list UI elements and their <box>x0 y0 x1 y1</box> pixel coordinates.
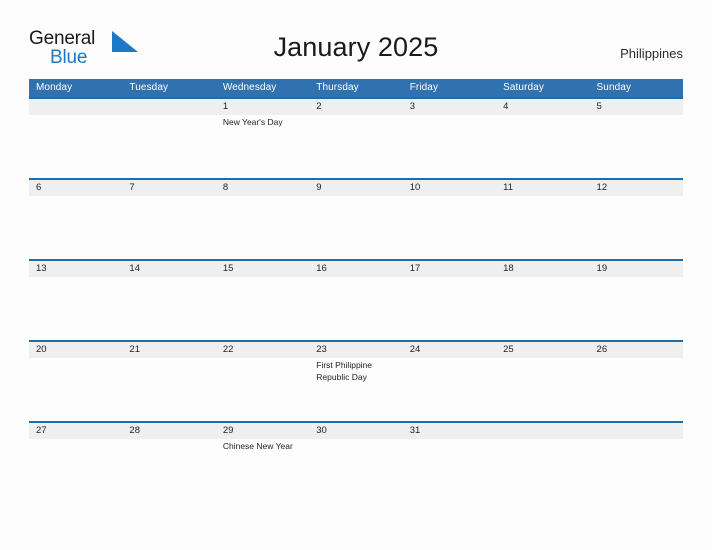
day-number: 10 <box>409 182 421 193</box>
page-title: January 2025 <box>273 32 439 62</box>
day-number: 23 <box>316 344 327 355</box>
day-cell[interactable]: 2 <box>309 97 402 178</box>
weekday-header-wednesday: Wednesday <box>222 82 277 93</box>
day-number: 19 <box>596 263 608 274</box>
day-cell[interactable]: 7 <box>122 178 215 259</box>
day-cell[interactable]: 1 New Year's Day <box>216 97 309 178</box>
weekday-header-saturday: Saturday <box>503 82 544 93</box>
day-number: 15 <box>222 263 234 274</box>
day-number: 26 <box>596 344 608 355</box>
day-number: 20 <box>36 344 47 355</box>
day-cell[interactable]: 20 <box>29 340 122 421</box>
day-number: 9 <box>316 182 322 193</box>
weekday-header-tuesday: Tuesday <box>129 82 169 93</box>
day-cell[interactable]: 19 <box>590 259 683 340</box>
week-row: 1 New Year's Day 2 3 4 5 <box>29 97 683 178</box>
day-cell[interactable]: 8 <box>216 178 309 259</box>
day-number: 7 <box>129 182 135 193</box>
weekday-header-sunday: Sunday <box>596 82 632 93</box>
day-cell[interactable]: 10 <box>403 178 496 259</box>
day-cell[interactable]: 11 <box>496 178 589 259</box>
day-cell[interactable] <box>496 421 589 502</box>
day-cell[interactable]: 17 <box>403 259 496 340</box>
day-number: 25 <box>503 344 514 355</box>
day-number: 29 <box>222 425 234 436</box>
day-cell[interactable]: 14 <box>122 259 215 340</box>
weekday-header-row: Monday Tuesday Wednesday Thursday Friday… <box>29 79 683 97</box>
week-row: 13 14 15 16 17 18 19 <box>29 259 683 340</box>
day-cell[interactable]: 5 <box>590 97 683 178</box>
day-cell[interactable]: 18 <box>496 259 589 340</box>
day-number: 1 <box>222 101 229 112</box>
day-cell[interactable]: 28 <box>122 421 215 502</box>
day-number: 5 <box>596 101 602 112</box>
day-cell[interactable]: 13 <box>29 259 122 340</box>
day-cell[interactable]: 29 Chinese New Year <box>216 421 309 502</box>
day-cell[interactable]: 9 <box>309 178 402 259</box>
day-cell[interactable]: 23 First Philippine Republic Day <box>309 340 402 421</box>
day-number: 2 <box>316 101 322 112</box>
weekday-header-friday: Friday <box>409 82 439 93</box>
day-cell[interactable]: 6 <box>29 178 122 259</box>
weekday-header-thursday: Thursday <box>316 82 359 93</box>
day-number: 30 <box>316 425 327 436</box>
day-events: New Year's Day <box>222 117 283 127</box>
day-cell[interactable]: 3 <box>403 97 496 178</box>
region-label: Philippines <box>620 46 683 61</box>
day-events: First Philippine Republic Day <box>316 360 373 382</box>
calendar-grid: Monday Tuesday Wednesday Thursday Friday… <box>29 79 683 502</box>
day-cell[interactable]: 31 <box>403 421 496 502</box>
day-number: 28 <box>129 425 140 436</box>
day-cell[interactable] <box>29 97 122 178</box>
week-row: 20 21 22 23 First Philippine Republic Da… <box>29 340 683 421</box>
day-cell[interactable]: 12 <box>590 178 683 259</box>
day-number: 18 <box>503 263 514 274</box>
day-number: 14 <box>129 263 140 274</box>
day-cell[interactable]: 16 <box>309 259 402 340</box>
day-number: 16 <box>316 263 327 274</box>
day-number: 22 <box>222 344 234 355</box>
day-cell[interactable]: 26 <box>590 340 683 421</box>
day-cell[interactable]: 30 <box>309 421 402 502</box>
day-cell[interactable] <box>122 97 215 178</box>
day-cell[interactable]: 25 <box>496 340 589 421</box>
day-number: 27 <box>36 425 47 436</box>
day-cell[interactable]: 21 <box>122 340 215 421</box>
day-cell[interactable]: 24 <box>403 340 496 421</box>
day-events: Chinese New Year <box>222 441 293 451</box>
day-number: 13 <box>36 263 47 274</box>
day-number: 8 <box>222 182 229 193</box>
day-number: 11 <box>503 182 513 193</box>
day-number: 24 <box>409 344 421 355</box>
day-cell[interactable]: 22 <box>216 340 309 421</box>
page-header: General Blue January 2025 Philippines <box>0 0 712 79</box>
day-number: 17 <box>409 263 421 274</box>
day-number: 4 <box>503 101 509 112</box>
day-cell[interactable]: 15 <box>216 259 309 340</box>
day-number: 21 <box>129 344 140 355</box>
day-number: 3 <box>409 101 415 112</box>
day-cell[interactable]: 4 <box>496 97 589 178</box>
day-number: 12 <box>596 182 608 193</box>
day-cell[interactable]: 27 <box>29 421 122 502</box>
week-row: 27 28 29 Chinese New Year 30 31 <box>29 421 683 502</box>
weekday-header-monday: Monday <box>36 82 73 93</box>
day-number: 6 <box>36 182 42 193</box>
day-number: 31 <box>409 425 421 436</box>
week-row: 6 7 8 9 10 11 12 <box>29 178 683 259</box>
day-cell[interactable] <box>590 421 683 502</box>
